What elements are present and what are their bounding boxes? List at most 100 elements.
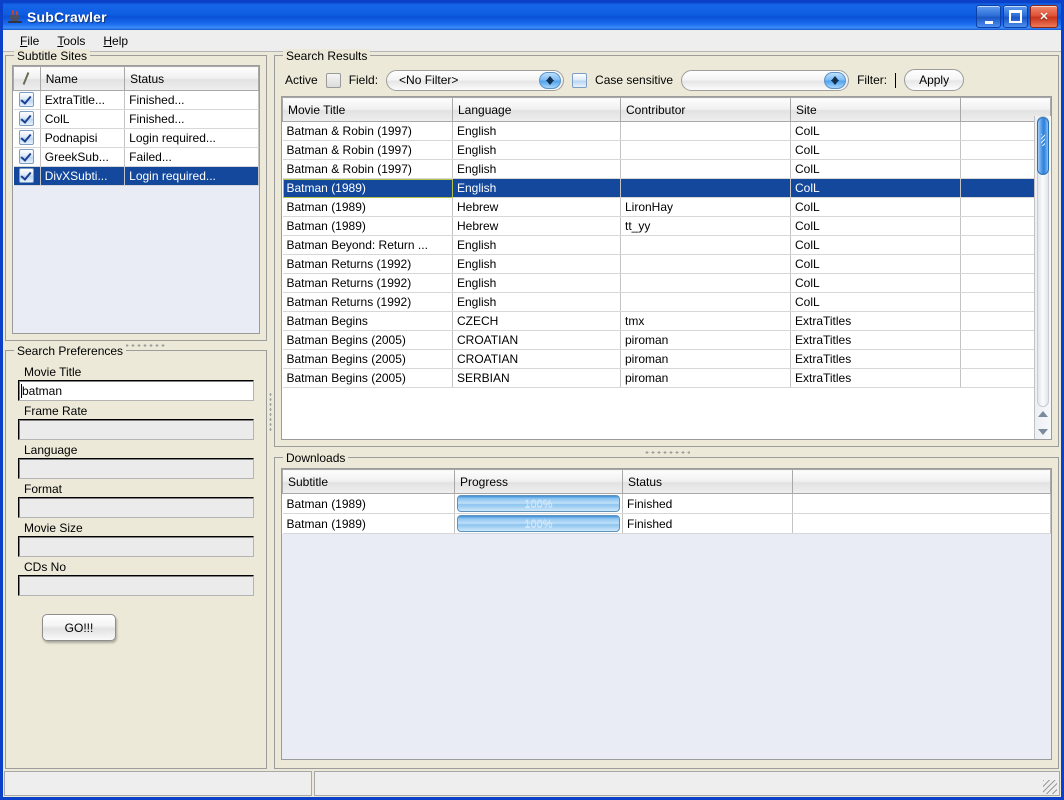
site-enabled-checkbox[interactable] bbox=[19, 92, 35, 107]
site-name-cell: Podnapisi bbox=[40, 128, 126, 148]
table-row[interactable]: Batman Returns (1992) English ColL bbox=[282, 273, 1051, 293]
column-header-check[interactable] bbox=[13, 66, 41, 91]
site-enabled-checkbox[interactable] bbox=[19, 111, 35, 126]
table-row[interactable]: Batman & Robin (1997) English ColL bbox=[282, 140, 1051, 160]
case-sensitive-checkbox[interactable] bbox=[572, 72, 588, 88]
field-input-movie-size[interactable] bbox=[18, 536, 254, 557]
table-row[interactable]: Batman (1989) 100% Finished bbox=[282, 493, 1051, 514]
search-preferences-fields: Movie Title batman Frame Rate Language Forma… bbox=[12, 362, 260, 598]
subtitle-sites-title: Subtitle Sites bbox=[14, 49, 91, 63]
table-row[interactable]: Batman Begins CZECH tmx ExtraTitles bbox=[282, 311, 1051, 331]
field-filter-combobox[interactable]: <No Filter> bbox=[386, 69, 565, 91]
download-progress-cell: 100% bbox=[454, 513, 623, 534]
menu-file[interactable]: File bbox=[11, 32, 48, 50]
column-header-subtitle[interactable]: Subtitle bbox=[282, 469, 455, 494]
chevron-updown-icon[interactable] bbox=[824, 71, 847, 89]
field-input-movie-title[interactable]: batman bbox=[18, 380, 254, 401]
table-row[interactable]: Batman & Robin (1997) English ColL bbox=[282, 121, 1051, 141]
table-row[interactable]: Batman Returns (1992) English ColL bbox=[282, 254, 1051, 274]
table-row[interactable]: Batman Returns (1992) English ColL bbox=[282, 292, 1051, 312]
result-language-cell: English bbox=[452, 140, 621, 160]
apply-button[interactable]: Apply bbox=[904, 69, 965, 91]
download-extra-cell bbox=[792, 513, 1051, 534]
table-row[interactable]: Podnapisi Login required... bbox=[13, 128, 259, 148]
menu-tools[interactable]: Tools bbox=[48, 32, 94, 50]
table-row[interactable]: Batman (1989) 100% Finished bbox=[282, 513, 1051, 534]
result-contributor-cell: LironHay bbox=[620, 197, 791, 217]
site-enabled-cell[interactable] bbox=[13, 147, 41, 167]
table-row[interactable]: Batman (1989) English ColL bbox=[282, 178, 1051, 198]
field-input-frame-rate[interactable] bbox=[18, 419, 254, 440]
result-contributor-cell bbox=[620, 178, 791, 198]
column-header-status[interactable]: Status bbox=[124, 66, 259, 91]
site-enabled-checkbox[interactable] bbox=[19, 168, 35, 183]
table-row[interactable]: Batman Begins (2005) SERBIAN piroman ExtraT… bbox=[282, 368, 1051, 388]
scroll-up-icon[interactable] bbox=[1038, 411, 1048, 417]
subtitle-sites-table[interactable]: Name Status ExtraTitle... Finished... ColL… bbox=[12, 65, 260, 334]
column-header-contributor[interactable]: Contributor bbox=[620, 97, 791, 122]
result-language-cell: Hebrew bbox=[452, 197, 621, 217]
column-header-site[interactable]: Site bbox=[790, 97, 961, 122]
result-contributor-cell: piroman bbox=[620, 330, 791, 350]
column-header-movie-title[interactable]: Movie Title bbox=[282, 97, 453, 122]
site-enabled-cell[interactable] bbox=[13, 166, 41, 186]
result-contributor-cell bbox=[620, 140, 791, 160]
table-row[interactable]: Batman (1989) Hebrew LironHay ColL bbox=[282, 197, 1051, 217]
result-site-cell: ColL bbox=[790, 292, 961, 312]
title-bar: SubCrawler ✕ bbox=[3, 3, 1061, 30]
resize-grip-icon[interactable] bbox=[1043, 780, 1057, 794]
table-row[interactable]: DivXSubti... Login required... bbox=[13, 166, 259, 186]
table-header-row: Subtitle Progress Status bbox=[282, 469, 1051, 494]
menu-bar: File Tools Help bbox=[3, 30, 1061, 52]
result-site-cell: ColL bbox=[790, 140, 961, 160]
search-results-body: Batman & Robin (1997) English ColL Batman &… bbox=[282, 121, 1051, 388]
site-enabled-checkbox[interactable] bbox=[19, 130, 35, 145]
result-language-cell: English bbox=[452, 273, 621, 293]
table-row[interactable]: ExtraTitle... Finished... bbox=[13, 90, 259, 110]
result-title-cell: Batman Returns (1992) bbox=[282, 292, 453, 312]
table-row[interactable]: ColL Finished... bbox=[13, 109, 259, 129]
active-checkbox[interactable] bbox=[325, 72, 341, 88]
column-header-extra[interactable] bbox=[792, 469, 1051, 494]
status-bar bbox=[3, 769, 1061, 797]
search-results-table[interactable]: Movie Title Language Contributor Site Ba… bbox=[281, 96, 1052, 440]
field-input-cds-no[interactable] bbox=[18, 575, 254, 596]
field-label-language: Language bbox=[24, 443, 78, 457]
column-header-status[interactable]: Status bbox=[622, 469, 793, 494]
column-header-name[interactable]: Name bbox=[39, 66, 126, 91]
scrollbar-thumb[interactable] bbox=[1037, 117, 1049, 175]
site-enabled-cell[interactable] bbox=[13, 90, 41, 110]
table-row[interactable]: GreekSub... Failed... bbox=[13, 147, 259, 167]
maximize-button[interactable] bbox=[1003, 5, 1028, 28]
table-row[interactable]: Batman (1989) Hebrew tt_yy ColL bbox=[282, 216, 1051, 236]
table-row[interactable]: Batman Begins (2005) CROATIAN piroman Extra… bbox=[282, 330, 1051, 350]
search-results-scrollbar[interactable] bbox=[1034, 116, 1051, 439]
field-input-language[interactable] bbox=[18, 458, 254, 479]
table-row[interactable]: Batman & Robin (1997) English ColL bbox=[282, 159, 1051, 179]
go-button-wrap: GO!!! bbox=[42, 614, 260, 641]
chevron-updown-icon[interactable] bbox=[539, 71, 562, 89]
active-label: Active bbox=[285, 73, 318, 87]
result-contributor-cell bbox=[620, 159, 791, 179]
column-header-language[interactable]: Language bbox=[452, 97, 621, 122]
go-button[interactable]: GO!!! bbox=[42, 614, 116, 641]
downloads-table[interactable]: Subtitle Progress Status Batman (1989) 10… bbox=[281, 468, 1052, 760]
horizontal-splitter[interactable] bbox=[274, 447, 1059, 457]
close-button[interactable]: ✕ bbox=[1030, 5, 1058, 28]
site-enabled-cell[interactable] bbox=[13, 128, 41, 148]
table-row[interactable]: Batman Begins (2005) CROATIAN piroman Extra… bbox=[282, 349, 1051, 369]
column-header-progress[interactable]: Progress bbox=[454, 469, 623, 494]
site-enabled-cell[interactable] bbox=[13, 109, 41, 129]
menu-help[interactable]: Help bbox=[94, 32, 137, 50]
minimize-button[interactable] bbox=[976, 5, 1001, 28]
search-preferences-title: Search Preferences bbox=[14, 344, 127, 358]
vertical-splitter[interactable] bbox=[267, 55, 274, 769]
left-pane: Subtitle Sites Name Status ExtraTitle...… bbox=[5, 49, 267, 769]
field-label: Field: bbox=[348, 73, 379, 87]
table-row[interactable]: Batman Beyond: Return ... English ColL bbox=[282, 235, 1051, 255]
site-enabled-checkbox[interactable] bbox=[19, 149, 35, 164]
field-input-format[interactable] bbox=[18, 497, 254, 518]
scroll-down-icon[interactable] bbox=[1038, 429, 1048, 435]
result-language-cell: SERBIAN bbox=[452, 368, 621, 388]
filter-value-combobox[interactable] bbox=[681, 69, 850, 91]
